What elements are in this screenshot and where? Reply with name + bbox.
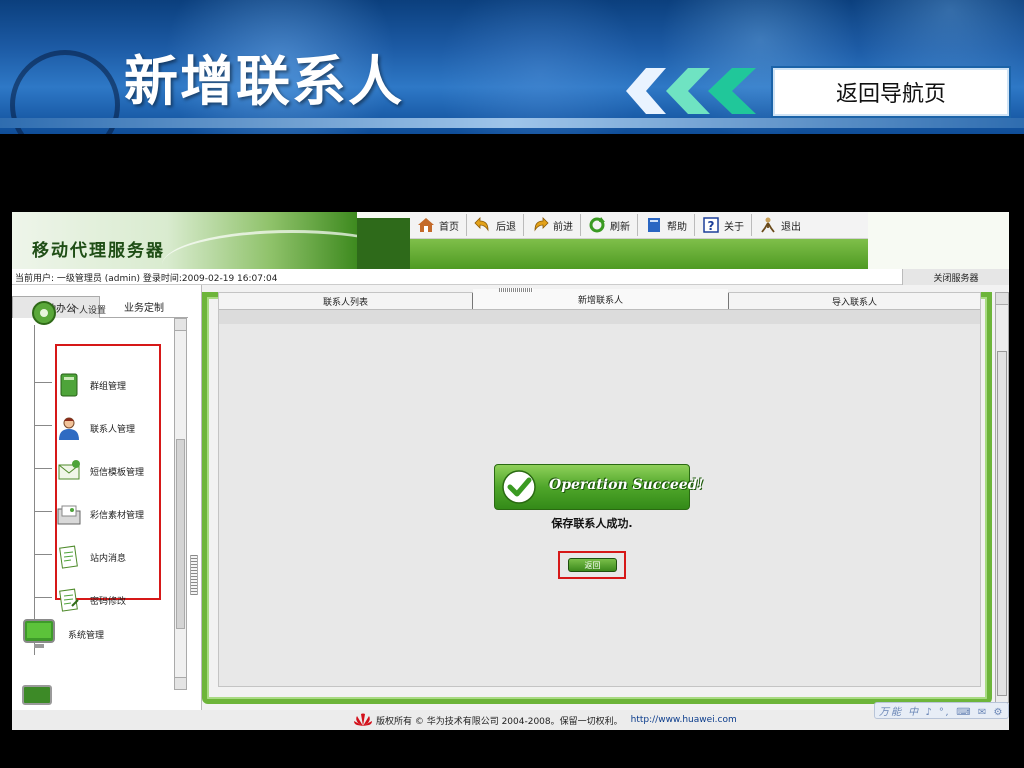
tree-line xyxy=(34,325,35,655)
current-user-info: 当前用户: 一级管理员 (admin) 登录时间:2009-02-19 16:0… xyxy=(15,274,278,284)
svg-text:?: ? xyxy=(708,219,715,233)
banner-ribbon xyxy=(0,118,1024,128)
toolbar-refresh-label: 刷新 xyxy=(610,221,630,233)
toolbar-home-button[interactable]: 首页 xyxy=(410,214,467,236)
settings-gear-icon xyxy=(32,301,56,325)
sidebar-item-site-messages[interactable]: 站内消息 xyxy=(56,539,166,575)
checkmark-icon xyxy=(502,470,536,504)
tree-branch xyxy=(34,554,52,555)
sidebar-item-label: 短信模板管理 xyxy=(90,467,145,478)
sidebar-item-label: 彩信素材管理 xyxy=(90,510,145,521)
toolbar-back-label: 后退 xyxy=(496,221,516,233)
success-badge-text: Operation Succeed! xyxy=(549,477,704,493)
return-button[interactable]: 返回 xyxy=(568,558,617,572)
mms-folder-icon xyxy=(57,505,81,525)
tab-grip xyxy=(499,288,533,292)
scroll-thumb[interactable] xyxy=(176,439,185,629)
tree-branch xyxy=(34,597,52,598)
toolbar-exit-label: 退出 xyxy=(781,221,801,233)
sidebar-item-password-change[interactable]: 密码修改 xyxy=(56,582,166,618)
sidebar-item-label: 联系人管理 xyxy=(90,424,136,435)
toolbar-exit-button[interactable]: 退出 xyxy=(752,214,808,236)
sidebar-scrollbar[interactable] xyxy=(174,318,187,690)
footer: 版权所有 © 华为技术有限公司 2004-2008。保留一切权利。 http:/… xyxy=(352,713,737,727)
sidebar-item-contact-management[interactable]: 联系人管理 xyxy=(56,410,166,446)
monitor-icon xyxy=(23,619,55,648)
contact-person-icon xyxy=(59,417,79,440)
header-green-strip xyxy=(410,239,868,269)
scroll-thumb[interactable] xyxy=(997,351,1007,696)
sidebar-item-mms-material[interactable]: 彩信素材管理 xyxy=(56,496,166,532)
toolbar-help-label: 帮助 xyxy=(667,221,687,233)
operation-success-badge: Operation Succeed! xyxy=(494,464,704,510)
panel-splitter-handle[interactable] xyxy=(190,555,198,595)
toolbar-about-button[interactable]: ? 关于 xyxy=(695,214,752,236)
sidebar-section-label: 个人设置 xyxy=(70,306,107,316)
monitor-icon xyxy=(22,685,52,705)
back-to-navigation-button[interactable]: 返回导航页 xyxy=(771,66,1011,118)
sidebar-item-label: 系统管理 xyxy=(68,630,105,641)
app-header: 移动代理服务器 首页 后退 前进 刷新 帮助 ? 关于 退出 xyxy=(12,212,1009,269)
tree-branch xyxy=(34,382,52,383)
tree-branch xyxy=(34,425,52,426)
tab-bar: 联系人列表 新增联系人 导入联系人 xyxy=(219,288,980,310)
toolbar-back-button[interactable]: 后退 xyxy=(467,214,524,236)
content-scrollbar[interactable] xyxy=(995,292,1009,703)
help-book-icon xyxy=(648,218,660,232)
input-method-bar[interactable]: 万能 中 ♪ °, ⌨ ✉ ⚙ xyxy=(874,702,1009,719)
tab-subbar xyxy=(219,310,980,324)
password-note-icon xyxy=(59,588,79,612)
toolbar-refresh-button[interactable]: 刷新 xyxy=(581,214,638,236)
footer-link[interactable]: http://www.huawei.com xyxy=(631,715,737,725)
forward-arrow-icon xyxy=(534,217,549,232)
main-content: 联系人列表 新增联系人 导入联系人 Operation Succeed! 保存联… xyxy=(218,288,981,687)
status-bar: 当前用户: 一级管理员 (admin) 登录时间:2009-02-19 16:0… xyxy=(12,269,1009,285)
message-note-icon xyxy=(59,545,78,569)
sidebar-tab-service-custom[interactable]: 业务定制 xyxy=(100,296,188,318)
question-icon: ? xyxy=(703,217,719,233)
scroll-up-arrow[interactable] xyxy=(175,319,186,331)
slide-title: 新增联系人 xyxy=(124,50,404,113)
return-highlight-box: 返回 xyxy=(558,551,626,579)
footer-copyright: 版权所有 © 华为技术有限公司 2004-2008。保留一切权利。 xyxy=(376,716,623,727)
app-logo: 移动代理服务器 xyxy=(32,241,165,261)
exit-person-icon xyxy=(761,217,775,233)
huawei-logo-icon xyxy=(354,713,372,726)
toolbar-forward-button[interactable]: 前进 xyxy=(524,214,581,236)
group-book-icon xyxy=(60,373,78,397)
toolbar-home-label: 首页 xyxy=(439,221,459,233)
scroll-down-arrow[interactable] xyxy=(175,677,186,689)
sidebar-item-group-management[interactable]: 群组管理 xyxy=(56,367,166,403)
home-icon xyxy=(418,218,434,232)
close-server-button[interactable]: 关闭服务器 xyxy=(902,269,1009,285)
sidebar-item-label: 站内消息 xyxy=(90,553,127,564)
back-arrow-icon xyxy=(474,217,489,232)
app-window: 移动代理服务器 首页 后退 前进 刷新 帮助 ? 关于 退出 当前用户: 一级管… xyxy=(12,212,1009,730)
scroll-up-arrow[interactable] xyxy=(996,293,1008,305)
tab-add-contact[interactable]: 新增联系人 xyxy=(473,289,728,309)
sidebar-item-system-management[interactable]: 系统管理 xyxy=(22,617,104,651)
sms-envelope-icon xyxy=(58,460,80,480)
save-success-message: 保存联系人成功. xyxy=(551,517,633,530)
sidebar-item-label: 群组管理 xyxy=(90,381,127,392)
tab-contact-list[interactable]: 联系人列表 xyxy=(219,293,473,309)
toolbar: 首页 后退 前进 刷新 帮助 ? 关于 退出 xyxy=(410,212,868,239)
sidebar-item-label: 密码修改 xyxy=(90,596,127,607)
tab-import-contacts[interactable]: 导入联系人 xyxy=(728,293,980,309)
tree-branch xyxy=(34,468,52,469)
toolbar-forward-label: 前进 xyxy=(553,221,573,233)
toolbar-help-button[interactable]: 帮助 xyxy=(638,214,695,236)
tree-branch xyxy=(34,511,52,512)
refresh-icon xyxy=(589,217,605,233)
sidebar: 移动办公 业务定制 个人设置 群组管理 联系人管理 短信模板管理 彩信素材管理 … xyxy=(12,285,202,710)
toolbar-about-label: 关于 xyxy=(724,221,744,233)
sidebar-item-sms-template[interactable]: 短信模板管理 xyxy=(56,453,166,489)
header-dark-block xyxy=(357,218,410,269)
slide-banner: 新增联系人 返回导航页 xyxy=(0,0,1024,134)
chevrons-left-icon xyxy=(626,68,756,114)
banner-glow xyxy=(430,0,650,134)
